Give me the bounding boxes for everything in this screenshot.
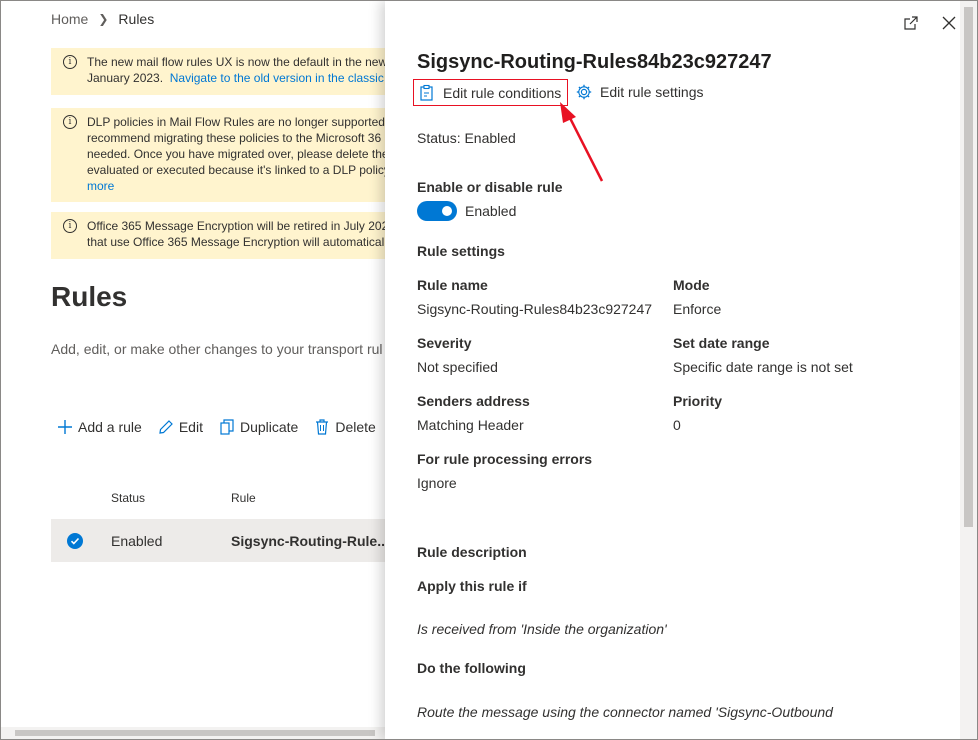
banner-text: recommend migrating these policies to th…	[87, 131, 382, 145]
plus-icon	[58, 420, 72, 434]
priority-label: Priority	[673, 393, 723, 409]
breadcrumb-current: Rules	[118, 11, 155, 27]
banner-text: January 2023.	[87, 71, 164, 85]
priority-value: 0	[673, 417, 681, 433]
breadcrumb-home[interactable]: Home	[51, 11, 88, 27]
scrollbar-thumb[interactable]	[964, 7, 973, 527]
pencil-icon	[159, 420, 173, 434]
processing-errors-value: Ignore	[417, 475, 457, 491]
close-icon[interactable]	[941, 15, 957, 31]
mode-value: Enforce	[673, 301, 722, 317]
panel-title: Sigsync-Routing-Rules84b23c927247	[417, 51, 772, 73]
chevron-right-icon: ❯	[98, 12, 109, 26]
rule-name-value: Sigsync-Routing-Rules84b23c927247	[417, 301, 653, 317]
apply-rule-condition: Is received from 'Inside the organizatio…	[417, 621, 667, 637]
row-status: Enabled	[111, 533, 163, 549]
rule-settings-heading: Rule settings	[417, 243, 505, 259]
table-row[interactable]: Enabled Sigsync-Routing-Rule...	[51, 519, 385, 562]
scrollbar-thumb[interactable]	[15, 730, 375, 736]
info-icon: i	[63, 219, 77, 233]
edit-rule-conditions-button[interactable]: Edit rule conditions	[413, 79, 569, 106]
info-banner-dlp: i DLP policies in Mail Flow Rules are no…	[51, 108, 385, 202]
horizontal-scrollbar[interactable]	[1, 727, 385, 739]
rule-details-panel: Sigsync-Routing-Rules84b23c927247 Edit r…	[385, 1, 977, 739]
copy-icon	[220, 419, 234, 435]
column-header-rule[interactable]: Rule	[231, 491, 256, 505]
do-following-heading: Do the following	[417, 660, 526, 676]
rule-description-heading: Rule description	[417, 544, 527, 560]
open-in-new-window-icon[interactable]	[903, 15, 919, 31]
severity-label: Severity	[417, 335, 472, 351]
clipboard-edit-icon	[420, 84, 433, 101]
trash-icon	[316, 419, 329, 435]
delete-button[interactable]: Delete	[314, 419, 376, 435]
vertical-scrollbar[interactable]	[960, 1, 977, 739]
severity-value: Not specified	[417, 359, 498, 375]
apply-rule-if-heading: Apply this rule if	[417, 578, 527, 594]
senders-address-label: Senders address	[417, 393, 530, 409]
senders-address-value: Matching Header	[417, 417, 524, 433]
learn-more-link[interactable]: more	[87, 179, 114, 193]
edit-label: Edit	[178, 419, 203, 435]
banner-text: that use Office 365 Message Encryption w…	[87, 235, 385, 249]
banner-text: Office 365 Message Encryption will be re…	[87, 219, 385, 233]
banner-text: needed. Once you have migrated over, ple…	[87, 147, 385, 161]
edit-rule-settings-button[interactable]: Edit rule settings	[575, 83, 704, 101]
banner-text: The new mail flow rules UX is now the de…	[87, 55, 385, 69]
page-description: Add, edit, or make other changes to your…	[51, 341, 383, 357]
banner-text: DLP policies in Mail Flow Rules are no l…	[87, 115, 385, 129]
processing-errors-label: For rule processing errors	[417, 451, 593, 467]
page-title: Rules	[51, 281, 128, 312]
edit-rule-conditions-label: Edit rule conditions	[443, 84, 562, 101]
panel-window-controls	[903, 15, 957, 31]
rules-page: Home ❯ Rules i The new mail flow rules U…	[1, 1, 385, 739]
date-range-label: Set date range	[673, 335, 770, 351]
toggle-label: Enabled	[465, 203, 517, 219]
enable-disable-heading: Enable or disable rule	[417, 179, 563, 195]
checkmark-icon[interactable]	[67, 533, 83, 549]
edit-rule-settings-label: Edit rule settings	[600, 84, 704, 100]
duplicate-label: Duplicate	[239, 419, 299, 435]
edit-button[interactable]: Edit	[158, 419, 203, 435]
date-range-value: Specific date range is not set	[673, 359, 853, 375]
delete-label: Delete	[335, 419, 376, 435]
info-icon: i	[63, 115, 77, 129]
enable-rule-toggle[interactable]	[417, 201, 457, 221]
rule-name-label: Rule name	[417, 277, 488, 293]
info-icon: i	[63, 55, 77, 69]
column-header-status[interactable]: Status	[111, 491, 145, 505]
rules-toolbar: Add a rule Edit Duplicate Delete	[57, 419, 376, 435]
add-rule-button[interactable]: Add a rule	[57, 419, 142, 435]
row-rule-name[interactable]: Sigsync-Routing-Rule...	[231, 533, 385, 549]
mode-label: Mode	[673, 277, 710, 293]
toggle-knob	[442, 206, 452, 216]
rule-status-text: Status: Enabled	[417, 130, 516, 146]
banner-line: January 2023. Navigate to the old versio…	[87, 70, 385, 86]
info-banner-new-ux: i The new mail flow rules UX is now the …	[51, 48, 385, 95]
breadcrumb: Home ❯ Rules	[51, 11, 154, 27]
duplicate-button[interactable]: Duplicate	[219, 419, 298, 435]
info-banner-encryption: i Office 365 Message Encryption will be …	[51, 212, 385, 259]
banner-text: evaluated or executed because it's linke…	[87, 163, 385, 177]
old-version-link[interactable]: Navigate to the old version in the class…	[170, 71, 385, 85]
gear-icon	[576, 84, 592, 100]
rule-action-text: Route the message using the connector na…	[417, 704, 833, 720]
add-rule-label: Add a rule	[78, 419, 142, 435]
